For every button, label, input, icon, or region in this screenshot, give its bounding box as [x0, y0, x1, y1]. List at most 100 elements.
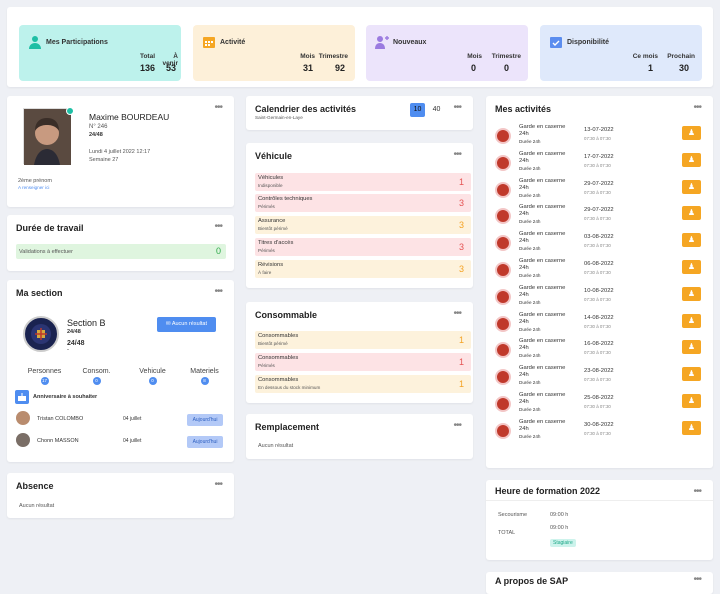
menu-icon[interactable]: ••• — [693, 574, 701, 585]
avatar — [16, 411, 30, 425]
row-count: 1 — [458, 379, 464, 389]
activity-item[interactable]: Garde en caserne 24h Durée 24h 13-07-2022 07… — [486, 124, 712, 151]
calendar-count-a[interactable]: 10 — [410, 103, 425, 117]
activity-item[interactable]: Garde en caserne 24h Durée 24h 29-07-2022 07… — [486, 204, 712, 231]
formation-title: Heure de formation 2022 — [495, 486, 601, 496]
vehicule-row[interactable]: Contrôles techniques Périmés 3 — [255, 194, 471, 212]
activity-title: Garde en caserne — [519, 418, 566, 425]
activity-hours: 07:30 à 07:30 — [584, 243, 611, 249]
activity-duration-label: Durée 24h — [519, 299, 541, 305]
activity-hours: 07:30 à 07:30 — [584, 323, 611, 329]
menu-icon[interactable]: ••• — [693, 102, 701, 113]
menu-icon[interactable]: ••• — [214, 479, 222, 490]
activity-duration-label: Durée 24h — [519, 326, 541, 332]
activity-hours: 07:30 à 07:30 — [584, 404, 611, 409]
activity-title: Garde en caserne — [519, 392, 566, 398]
section-dash: - — [67, 347, 69, 353]
user-icon[interactable]: ♟ — [682, 206, 701, 221]
stat-activite[interactable]: Activité Mois Trimestre 31 92 — [193, 25, 355, 81]
activity-date: 03-08-2022 — [584, 234, 614, 241]
activity-item[interactable]: Garde en caserne 24h Durée 24h 23-08-2022 07… — [486, 365, 712, 392]
activity-item[interactable]: Garde en caserne 24h Durée 24h 30-08-2022 07… — [486, 419, 712, 446]
vehicule-row[interactable]: Assurance Bientôt périmé 3 — [255, 216, 471, 234]
row-title: Consommables — [258, 355, 299, 361]
activity-item[interactable]: Garde en caserne 24h Durée 24h 16-08-2022 07… — [486, 338, 712, 365]
user-icon[interactable]: ♟ — [682, 233, 701, 248]
second-name-link[interactable]: A renseigner ici — [18, 185, 49, 190]
section-stat-badge[interactable]: 8 — [200, 377, 209, 385]
activity-item[interactable]: Garde en caserne 24h Durée 24h 03-08-2022 07… — [486, 231, 712, 258]
section-stat-badge[interactable]: 17 — [40, 377, 49, 385]
user-icon[interactable]: ♟ — [682, 420, 701, 435]
activity-hours: 07:30 à 07:30 — [584, 136, 611, 141]
stat-disponibilite[interactable]: Disponibilité Ce mois Prochain 1 30 — [540, 25, 702, 81]
activity-item[interactable]: Garde en caserne 24h Durée 24h 17-07-2022 07… — [486, 151, 712, 178]
menu-icon[interactable]: ••• — [453, 420, 461, 431]
section-stat-badge[interactable]: 0 — [92, 377, 101, 385]
divider — [486, 500, 713, 501]
activity-date: 29-07-2022 — [584, 207, 614, 214]
menu-icon[interactable]: ••• — [693, 486, 701, 497]
menu-icon[interactable]: ••• — [453, 102, 461, 113]
stat-value: 136 — [139, 63, 155, 73]
profile-card: ••• Maxime BOURDEAU N° 246 24/48 Lundi 4… — [7, 96, 234, 207]
row-title: Titres d'accès — [258, 240, 294, 246]
edit-icon[interactable] — [66, 107, 74, 115]
apropos-title: A propos de SAP — [495, 576, 569, 586]
section-stat-label: Consom. — [82, 368, 111, 375]
consommable-row[interactable]: Consommables Bientôt périmé 1 — [255, 331, 471, 349]
activity-avatar — [495, 396, 511, 412]
activity-duration: 24h — [519, 372, 529, 379]
user-icon[interactable]: ♟ — [682, 152, 701, 167]
user-icon[interactable]: ♟ — [682, 340, 701, 355]
activity-duration-label: Durée 24h — [519, 219, 541, 225]
activity-item[interactable]: Garde en caserne 24h Durée 24h 25-08-2022 07… — [486, 392, 712, 419]
user-icon[interactable]: ♟ — [682, 179, 701, 194]
vehicule-row[interactable]: Véhicules Indisponible 1 — [255, 173, 471, 191]
formation-row-label: Secourisme — [498, 512, 528, 518]
calendar-count-b[interactable]: 40 — [429, 103, 444, 117]
section-stat-badge[interactable]: 0 — [148, 377, 157, 385]
consommable-row[interactable]: Consommables Périmés 1 — [255, 353, 471, 371]
user-icon[interactable]: ♟ — [682, 367, 701, 382]
stat-value: 0 — [470, 63, 476, 73]
duree-card: Durée de travail ••• Validations à effec… — [7, 215, 234, 271]
menu-icon[interactable]: ••• — [214, 102, 222, 113]
user-icon[interactable]: ♟ — [682, 126, 701, 140]
activity-avatar — [495, 262, 511, 278]
menu-icon[interactable]: ••• — [453, 149, 461, 160]
formation-card: Heure de formation 2022 ••• Secourisme 0… — [486, 480, 713, 560]
menu-icon[interactable]: ••• — [214, 286, 222, 297]
activity-title: Garde en caserne — [519, 204, 566, 211]
activity-title: Garde en caserne — [519, 150, 566, 157]
row-count: 3 — [458, 220, 464, 230]
section-result-button[interactable]: ✉ Aucun résultat — [157, 317, 216, 332]
user-icon[interactable]: ♟ — [682, 313, 701, 328]
activity-hours: 07:30 à 07:30 — [584, 350, 611, 356]
row-count: 1 — [458, 177, 464, 187]
birthday-badge[interactable]: Aujourd'hui — [187, 414, 223, 426]
vehicule-row[interactable]: Révisions À faire 3 — [255, 260, 471, 278]
menu-icon[interactable]: ••• — [453, 308, 461, 319]
menu-icon[interactable]: ••• — [214, 221, 222, 232]
birthday-badge[interactable]: Aujourd'hui — [187, 436, 223, 448]
activity-item[interactable]: Garde en caserne 24h Durée 24h 06-08-2022 07… — [486, 258, 712, 285]
consommable-row[interactable]: Consommables En dessous du stock minimum 1 — [255, 375, 471, 393]
activity-duration: 24h — [519, 157, 529, 164]
calendar-subtitle: Saint-Germain-en-Laye — [255, 115, 303, 120]
stat-value: 31 — [302, 63, 313, 73]
activity-hours: 07:30 à 07:30 — [584, 216, 611, 222]
vehicule-row[interactable]: Titres d'accès Périmés 3 — [255, 238, 471, 256]
avatar — [16, 433, 30, 447]
activity-hours: 07:30 à 07:30 — [584, 189, 611, 195]
stat-label: Mois — [467, 53, 482, 60]
user-icon[interactable]: ♟ — [682, 286, 701, 301]
activity-item[interactable]: Garde en caserne 24h Durée 24h 10-08-2022 07… — [486, 285, 712, 312]
activity-item[interactable]: Garde en caserne 24h Durée 24h 14-08-2022 07… — [486, 312, 712, 339]
stat-nouveaux[interactable]: Nouveaux Mois Trimestre 0 0 — [366, 25, 528, 81]
user-icon[interactable]: ♟ — [682, 260, 701, 274]
stat-participations[interactable]: Mes Participations Total À venir 136 53 — [19, 25, 181, 81]
validations-row[interactable]: Validations à effectuer 0 — [16, 244, 226, 259]
activity-item[interactable]: Garde en caserne 24h Durée 24h 29-07-2022 07… — [486, 178, 712, 205]
user-icon[interactable]: ♟ — [682, 394, 701, 408]
